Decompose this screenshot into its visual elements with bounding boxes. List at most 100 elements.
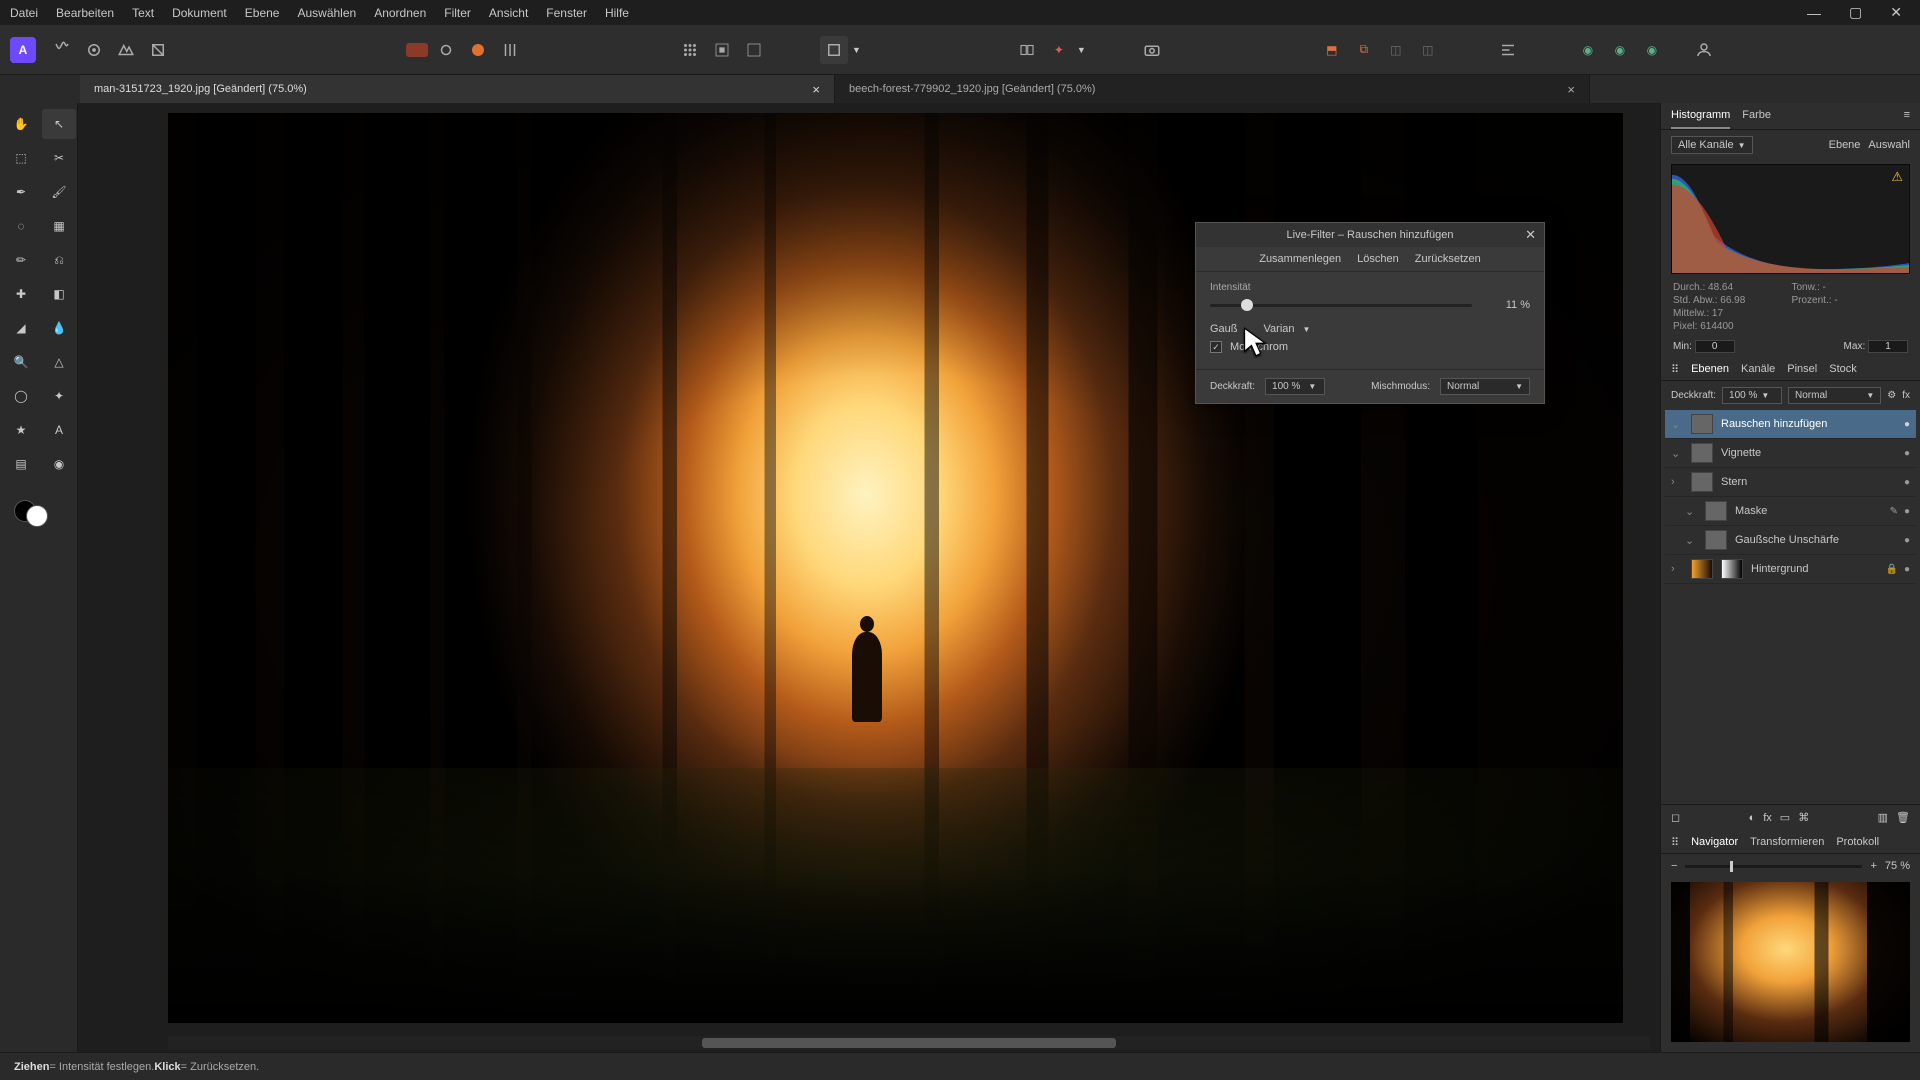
- visibility-icon[interactable]: ●: [1904, 564, 1910, 575]
- menu-auswaehlen[interactable]: Auswählen: [297, 6, 356, 20]
- tab-color[interactable]: Farbe: [1742, 109, 1771, 129]
- layer-row[interactable]: › Hintergrund 🔒●: [1665, 555, 1916, 584]
- move-tool-icon[interactable]: ↖: [42, 109, 76, 139]
- visibility-icon[interactable]: ●: [1904, 477, 1910, 488]
- menu-ebene[interactable]: Ebene: [245, 6, 280, 20]
- camera-icon[interactable]: [1138, 36, 1166, 64]
- zoom-in-icon[interactable]: +: [1870, 860, 1876, 872]
- slider-handle[interactable]: [1241, 299, 1253, 311]
- distribution-gauss[interactable]: Gauß: [1210, 323, 1238, 335]
- window-close-icon[interactable]: ✕: [1882, 0, 1910, 25]
- zoom-slider[interactable]: [1685, 865, 1862, 868]
- horizontal-scrollbar[interactable]: [168, 1036, 1650, 1050]
- eraser-tool-icon[interactable]: ◧: [42, 279, 76, 309]
- vector-tool-icon[interactable]: ✦: [42, 381, 76, 411]
- layer-row[interactable]: ⌄ Rauschen hinzufügen ●: [1665, 410, 1916, 439]
- layer-add-icon[interactable]: ⬒: [1318, 36, 1346, 64]
- link-icon[interactable]: ⌘: [1798, 811, 1809, 824]
- window-minimize-icon[interactable]: —: [1799, 1, 1829, 25]
- opacity-dropdown[interactable]: 100 %▼: [1265, 378, 1325, 395]
- menu-anordnen[interactable]: Anordnen: [374, 6, 426, 20]
- reset-button[interactable]: Zurücksetzen: [1415, 253, 1481, 265]
- monochrome-checkbox[interactable]: ✓: [1210, 341, 1222, 353]
- menu-fenster[interactable]: Fenster: [546, 6, 587, 20]
- tab-stock[interactable]: Stock: [1829, 363, 1857, 376]
- layer-row[interactable]: ⌄ Maske ✎●: [1665, 497, 1916, 526]
- group-icon[interactable]: ▭: [1780, 811, 1790, 824]
- chevron-down-icon[interactable]: ⌄: [1671, 418, 1683, 431]
- channels-dropdown[interactable]: Alle Kanäle▼: [1671, 136, 1753, 154]
- pen-tool-icon[interactable]: ✒: [4, 177, 38, 207]
- visibility-icon[interactable]: ●: [1904, 419, 1910, 430]
- tab-ebenen[interactable]: Ebenen: [1691, 363, 1729, 376]
- edit-icon[interactable]: ✎: [1890, 506, 1898, 517]
- menu-dokument[interactable]: Dokument: [172, 6, 227, 20]
- layer-blend-dropdown[interactable]: Normal▼: [1788, 387, 1881, 404]
- mask-icon[interactable]: ◻: [1671, 811, 1680, 824]
- brush-circle-icon[interactable]: [432, 36, 460, 64]
- close-icon[interactable]: ×: [812, 82, 820, 97]
- sync-b-icon[interactable]: ◉: [1606, 36, 1634, 64]
- chevron-down-icon[interactable]: ▼: [1077, 45, 1086, 55]
- scope-auswahl[interactable]: Auswahl: [1868, 139, 1910, 151]
- menu-datei[interactable]: Datei: [10, 6, 38, 20]
- sharpen-tool-icon[interactable]: △: [42, 347, 76, 377]
- menu-hilfe[interactable]: Hilfe: [605, 6, 629, 20]
- add-layer-icon[interactable]: ▥: [1878, 811, 1888, 824]
- arrange-icon[interactable]: [1013, 36, 1041, 64]
- zoom-slider-handle[interactable]: [1730, 861, 1733, 872]
- snap-icon[interactable]: ✦: [1045, 36, 1073, 64]
- menu-ansicht[interactable]: Ansicht: [489, 6, 528, 20]
- adjust-icon[interactable]: [496, 36, 524, 64]
- layer-row[interactable]: › Stern ●: [1665, 468, 1916, 497]
- persona-liquify-icon[interactable]: [80, 36, 108, 64]
- layer-row[interactable]: ⌄ Gaußsche Unschärfe ●: [1665, 526, 1916, 555]
- tab-histogram[interactable]: Histogramm: [1671, 109, 1730, 129]
- chevron-icon[interactable]: ›: [1671, 563, 1683, 575]
- text-tool-icon[interactable]: A: [42, 415, 76, 445]
- navigator-preview[interactable]: [1671, 882, 1910, 1042]
- layer-row[interactable]: ⌄ Vignette ●: [1665, 439, 1916, 468]
- panel-grip-icon[interactable]: ⠿: [1671, 363, 1679, 376]
- layer-grey1-icon[interactable]: ◫: [1382, 36, 1410, 64]
- sync-a-icon[interactable]: ◉: [1574, 36, 1602, 64]
- swatch-preview-icon[interactable]: [406, 43, 428, 57]
- chevron-icon[interactable]: ⌄: [1671, 447, 1683, 460]
- lock-icon[interactable]: 🔒: [1886, 564, 1898, 575]
- chevron-down-icon[interactable]: ▼: [852, 45, 861, 55]
- dialog-titlebar[interactable]: Live-Filter – Rauschen hinzufügen ✕: [1196, 223, 1544, 247]
- warning-icon[interactable]: ⚠: [1891, 169, 1903, 185]
- brush-tool-icon[interactable]: 🖌: [42, 177, 76, 207]
- layer-grey2-icon[interactable]: ◫: [1414, 36, 1442, 64]
- scope-ebene[interactable]: Ebene: [1829, 139, 1861, 151]
- visibility-icon[interactable]: ●: [1904, 448, 1910, 459]
- menu-bearbeiten[interactable]: Bearbeiten: [56, 6, 114, 20]
- gradient-tool-icon[interactable]: ◢: [4, 313, 38, 343]
- chevron-icon[interactable]: ›: [1671, 476, 1683, 488]
- sync-c-icon[interactable]: ◉: [1638, 36, 1666, 64]
- close-icon[interactable]: ✕: [1525, 227, 1536, 243]
- tab-pinsel[interactable]: Pinsel: [1787, 363, 1817, 376]
- persona-develop-icon[interactable]: [112, 36, 140, 64]
- hand-tool-icon[interactable]: ✋: [4, 109, 38, 139]
- flood-tool-icon[interactable]: ▦: [42, 211, 76, 241]
- color-swatches[interactable]: [4, 495, 76, 527]
- close-icon[interactable]: ×: [1567, 82, 1575, 97]
- window-maximize-icon[interactable]: ▢: [1841, 0, 1870, 25]
- tab-navigator[interactable]: Navigator: [1691, 836, 1738, 849]
- zoom-out-icon[interactable]: −: [1671, 860, 1677, 872]
- scrollbar-thumb[interactable]: [702, 1038, 1117, 1048]
- user-account-icon[interactable]: [1690, 36, 1718, 64]
- delete-button[interactable]: Löschen: [1357, 253, 1399, 265]
- align-icon[interactable]: [1494, 36, 1522, 64]
- clone-tool-icon[interactable]: ⎌: [42, 245, 76, 275]
- mesh-tool-icon[interactable]: ▤: [4, 449, 38, 479]
- menu-filter[interactable]: Filter: [444, 6, 471, 20]
- intensity-slider[interactable]: [1210, 304, 1472, 307]
- heal-tool-icon[interactable]: ✚: [4, 279, 38, 309]
- chevron-down-icon[interactable]: ▼: [1303, 325, 1311, 334]
- panel-grip-icon[interactable]: ⠿: [1671, 836, 1679, 849]
- adjust-icon[interactable]: ◐: [1749, 812, 1756, 824]
- grid-outline-icon[interactable]: [740, 36, 768, 64]
- merge-button[interactable]: Zusammenlegen: [1259, 253, 1341, 265]
